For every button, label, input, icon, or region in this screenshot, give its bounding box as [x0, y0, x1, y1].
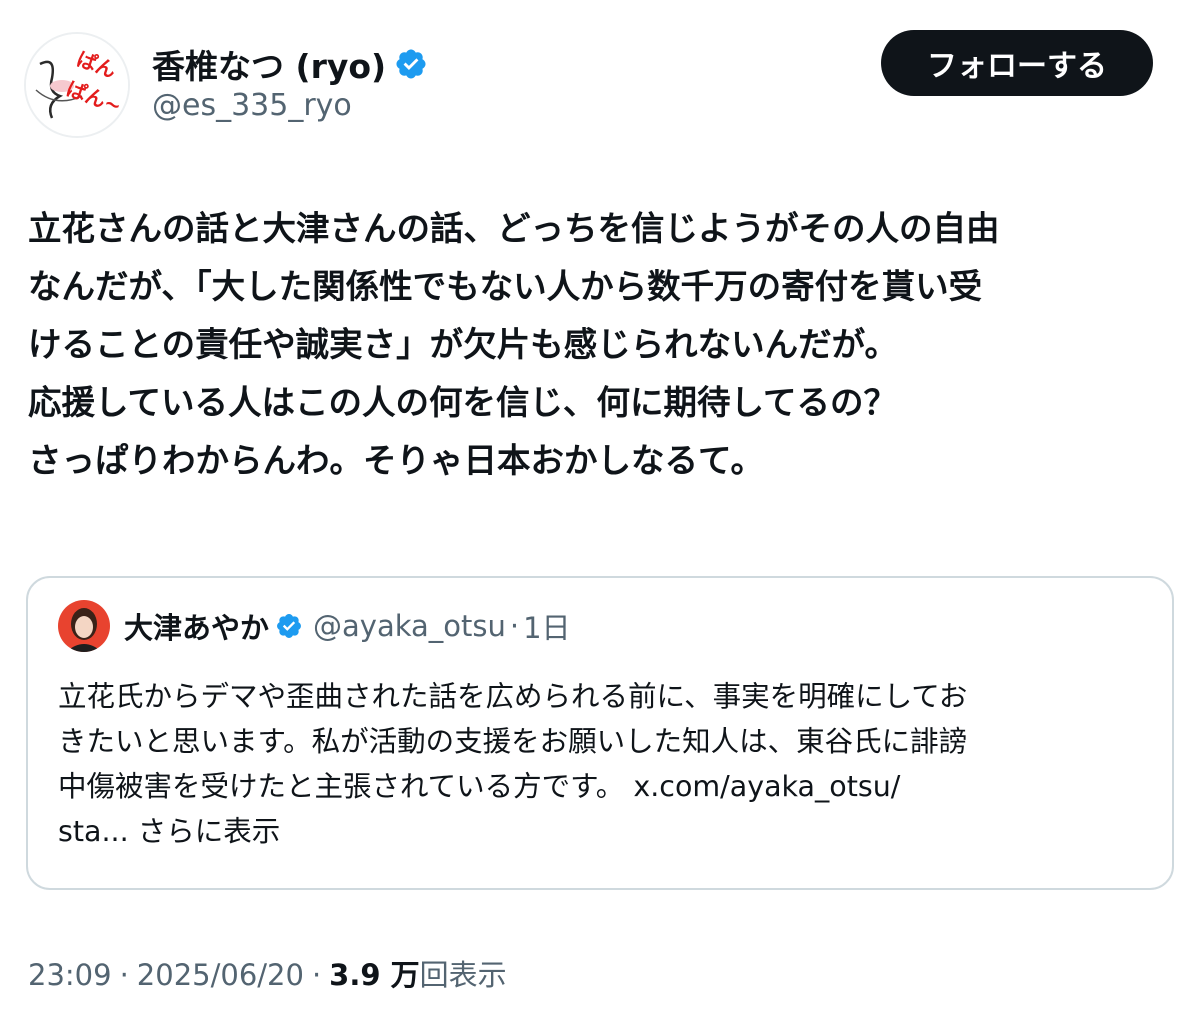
quote-link-truncated[interactable]: sta... [58, 815, 129, 848]
tweet-text: 立花さんの話と大津さんの話、どっちを信じようがその人の自由 なんだが、「大した関… [28, 200, 1178, 490]
avatar-illustration: ぱん ぱん~ [26, 34, 128, 136]
tweet-line: さっぱりわからんわ。そりゃ日本おかしなるて。 [28, 441, 764, 480]
tweet-line: なんだが、「大した関係性でもない人から数千万の寄付を貰い受 [28, 267, 983, 306]
quote-tweet-card[interactable]: 大津あやか @ayaka_otsu · 1日 立花氏からデマや歪曲された話を広め… [26, 576, 1174, 890]
quote-author-avatar[interactable] [58, 600, 110, 652]
author-name-row[interactable]: 香椎なつ (ryo) [152, 42, 428, 86]
author-name[interactable]: 香椎なつ (ryo) [152, 40, 386, 88]
views-count: 3.9 万 [329, 958, 420, 992]
quote-line: sta... さらに表示 [58, 809, 1158, 854]
tweet-line: 応援している人はこの人の何を信じ、何に期待してるの？ [28, 383, 897, 422]
views-label: 回表示 [419, 958, 507, 992]
verified-badge-icon[interactable] [394, 47, 428, 81]
quote-separator: · [509, 609, 520, 643]
quote-author-handle[interactable]: @ayaka_otsu [313, 609, 506, 643]
tweet-line: けることの責任や誠実さ」が欠片も感じられないんだが。 [28, 325, 898, 364]
meta-separator: · [311, 958, 322, 992]
show-more-link[interactable]: さらに表示 [138, 815, 281, 848]
tweet-date[interactable]: 2025/06/20 [137, 958, 304, 992]
verified-badge-icon [275, 612, 303, 640]
author-handle[interactable]: @es_335_ryo [152, 88, 352, 123]
quote-text: 立花氏からデマや歪曲された話を広められる前に、事実を明確にしてお きたいと思いま… [58, 674, 1158, 854]
avatar[interactable]: ぱん ぱん~ [24, 32, 130, 138]
follow-button[interactable]: フォローする [881, 30, 1153, 96]
quote-header: 大津あやか @ayaka_otsu · 1日 [124, 604, 571, 648]
quote-timestamp[interactable]: 1日 [523, 605, 570, 647]
quote-author-name[interactable]: 大津あやか [124, 605, 269, 647]
quote-line: 立花氏からデマや歪曲された話を広められる前に、事実を明確にしてお [58, 680, 968, 713]
meta-separator: · [119, 958, 129, 992]
tweet-meta: 23:09 · 2025/06/20 · 3.9 万 回表示 [28, 952, 507, 994]
tweet-time[interactable]: 23:09 [28, 958, 112, 992]
tweet-line: 立花さんの話と大津さんの話、どっちを信じようがその人の自由 [28, 209, 1000, 248]
quote-line: きたいと思います。私が活動の支援をお願いした知人は、東谷氏に誹謗 [58, 725, 968, 758]
quote-line: 中傷被害を受けたと主張されている方です。 x.com/ayaka_otsu/ [58, 770, 901, 803]
